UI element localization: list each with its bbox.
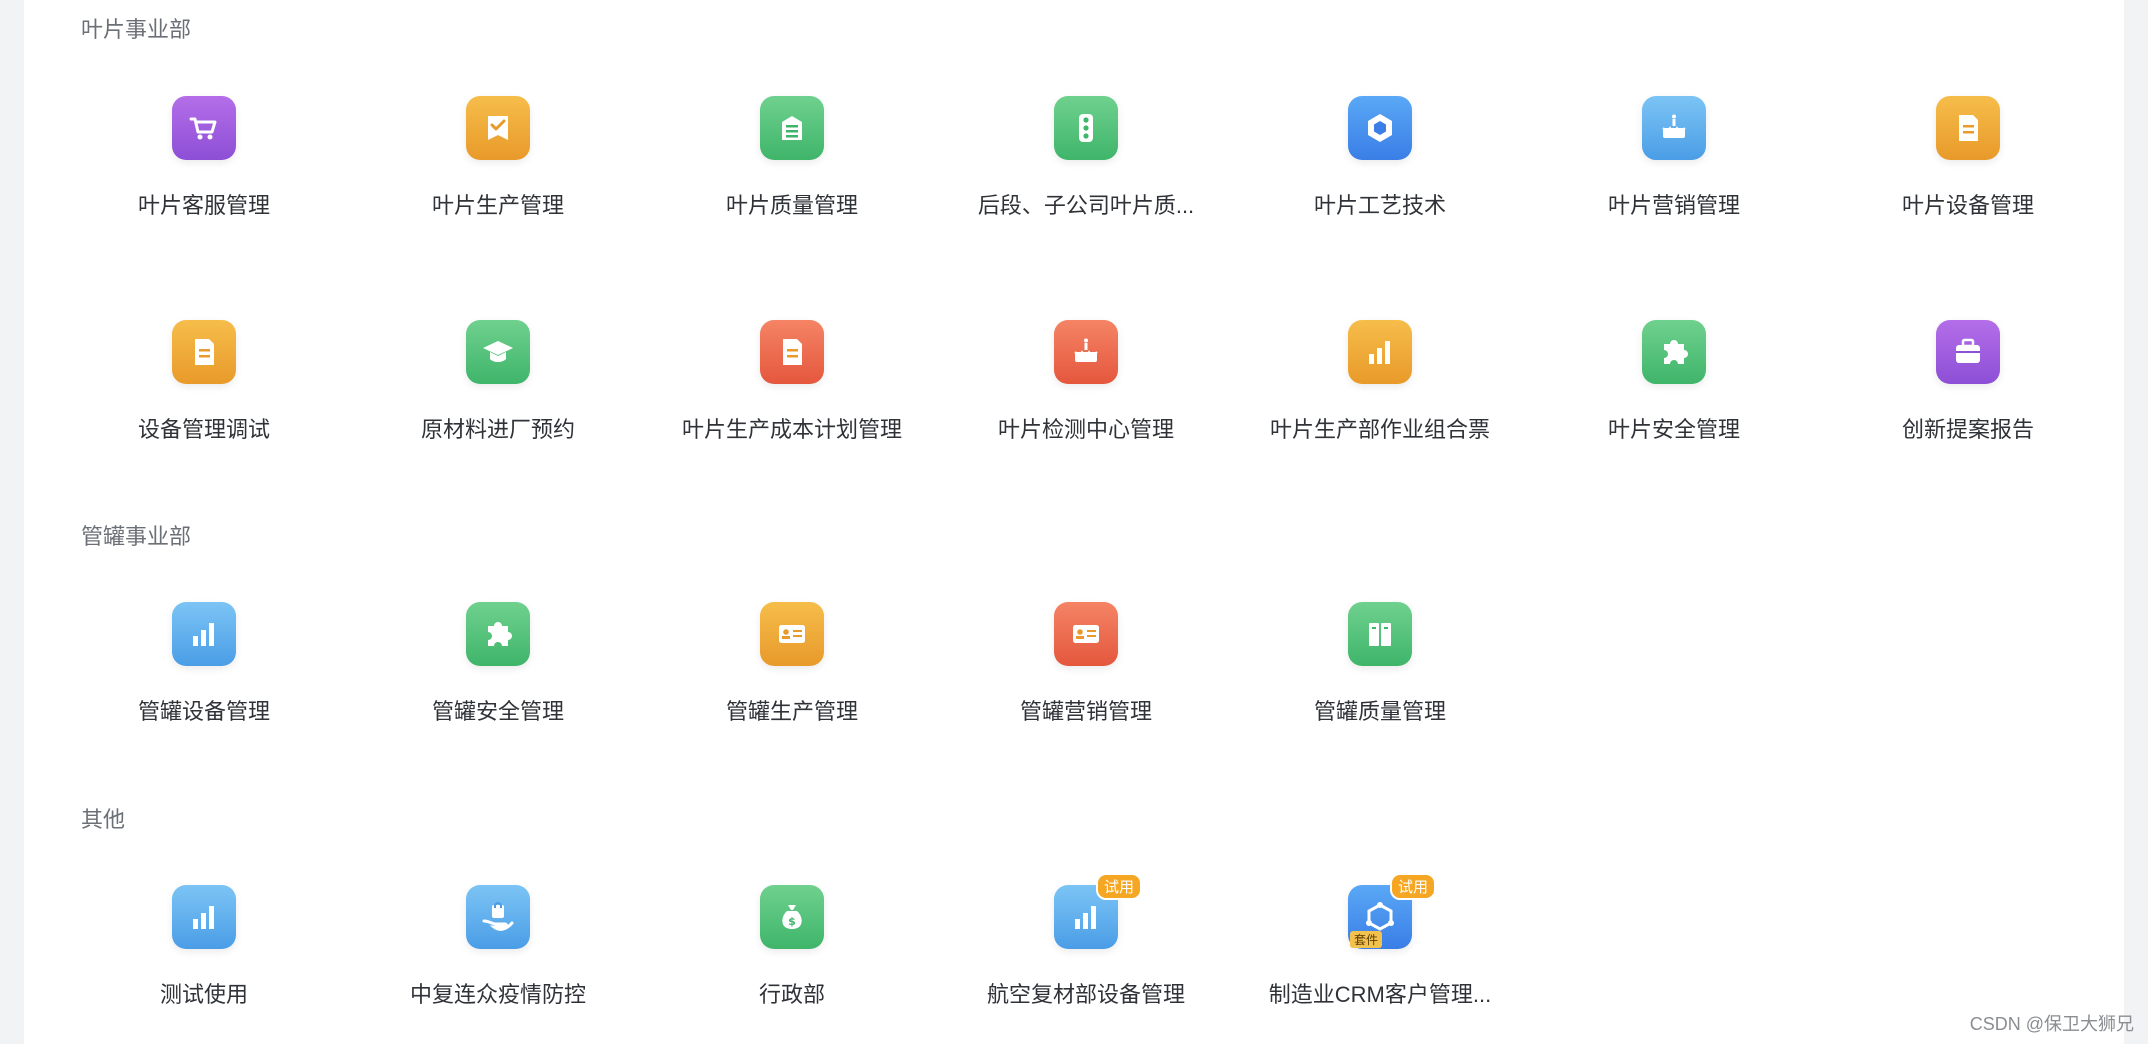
cart-icon [172, 96, 236, 160]
app-icon-wrap [760, 320, 824, 384]
app-launcher-panel: 叶片事业部叶片客服管理 叶片生产管理 叶片质量管理 后段、子公司叶片质... 叶片工艺技… [24, 0, 2124, 1044]
app-label: 航空复材部设备管理 [986, 982, 1185, 1007]
app-icon-wrap [1936, 320, 2000, 384]
app-label: 设备管理调试 [137, 417, 270, 442]
id-card-icon [760, 602, 824, 666]
app-label: 叶片安全管理 [1607, 417, 1740, 442]
id-card-icon [1054, 602, 1118, 666]
app-icon-wrap [1642, 96, 1706, 160]
document-icon [760, 96, 824, 160]
app-icon-wrap [1054, 320, 1118, 384]
app-label: 原材料进厂预约 [420, 417, 575, 442]
app-label: 管罐生产管理 [725, 699, 858, 724]
app-label: 管罐营销管理 [1019, 699, 1152, 724]
app-icon-wrap [172, 602, 236, 666]
puzzle-icon [1642, 320, 1706, 384]
traffic-light-icon [1054, 96, 1118, 160]
app-label: 测试使用 [159, 982, 248, 1007]
section-title: 叶片事业部 [81, 17, 192, 42]
app-icon-wrap [1054, 602, 1118, 666]
app-label: 叶片客服管理 [137, 193, 270, 218]
app-label: 叶片设备管理 [1901, 193, 2034, 218]
note-icon [1936, 96, 2000, 160]
app-icon-wrap: 套件 试用 [1348, 873, 1437, 949]
app-label: 叶片生产部作业组合票 [1269, 417, 1490, 442]
app-icon-wrap [1348, 96, 1412, 160]
trial-badge: 试用 [1390, 873, 1437, 900]
note-icon [172, 320, 236, 384]
app-label: 管罐设备管理 [137, 699, 270, 724]
cake-icon [1642, 96, 1706, 160]
svg-text:$: $ [788, 915, 796, 928]
app-label: 叶片营销管理 [1607, 193, 1740, 218]
note-icon [760, 320, 824, 384]
app-label: 创新提案报告 [1901, 417, 2034, 442]
app-icon-wrap [172, 96, 236, 160]
kit-badge: 套件 [1350, 931, 1383, 948]
app-icon-wrap [1936, 96, 2000, 160]
app-label: 叶片质量管理 [725, 193, 858, 218]
app-icon-wrap: 试用 [1054, 873, 1143, 949]
puzzle-icon [466, 602, 530, 666]
app-label: 管罐质量管理 [1313, 699, 1446, 724]
cake-icon [1054, 320, 1118, 384]
graduation-cap-icon [466, 320, 530, 384]
app-label: 叶片生产管理 [431, 193, 564, 218]
checklist-icon [466, 96, 530, 160]
app-icon-wrap [172, 320, 236, 384]
app-label: 叶片检测中心管理 [997, 417, 1174, 442]
app-label: 叶片工艺技术 [1313, 193, 1446, 218]
app-icon-wrap [466, 885, 530, 949]
app-label: 叶片生产成本计划管理 [681, 417, 902, 442]
app-label: 中复连众疫情防控 [409, 982, 586, 1007]
section-title: 其他 [81, 807, 126, 832]
app-icon-wrap [1642, 320, 1706, 384]
bar-chart-icon [172, 602, 236, 666]
bar-chart-icon [1348, 320, 1412, 384]
app-label: 行政部 [758, 982, 825, 1007]
app-icon-wrap [466, 96, 530, 160]
app-icon-wrap: $ [760, 885, 824, 949]
briefcase-icon [1936, 320, 2000, 384]
app-icon-wrap [760, 602, 824, 666]
app-label: 制造业CRM客户管理... [1268, 982, 1492, 1007]
cube-icon [1348, 96, 1412, 160]
watermark: CSDN @保卫大狮兄 [1969, 1014, 2134, 1034]
app-icon-wrap [466, 320, 530, 384]
book-icon [1348, 602, 1412, 666]
trial-badge: 试用 [1096, 873, 1143, 900]
app-icon-wrap [760, 96, 824, 160]
money-bag-icon: $ [760, 885, 824, 949]
app-icon-wrap [1054, 96, 1118, 160]
app-label: 管罐安全管理 [431, 699, 564, 724]
app-icon-wrap [1348, 602, 1412, 666]
bar-chart-icon [172, 885, 236, 949]
app-icon-wrap [466, 602, 530, 666]
app-label: 后段、子公司叶片质... [977, 193, 1195, 218]
app-icon-wrap [172, 885, 236, 949]
section-title: 管罐事业部 [81, 524, 192, 549]
hand-bag-icon [466, 885, 530, 949]
app-icon-wrap [1348, 320, 1412, 384]
